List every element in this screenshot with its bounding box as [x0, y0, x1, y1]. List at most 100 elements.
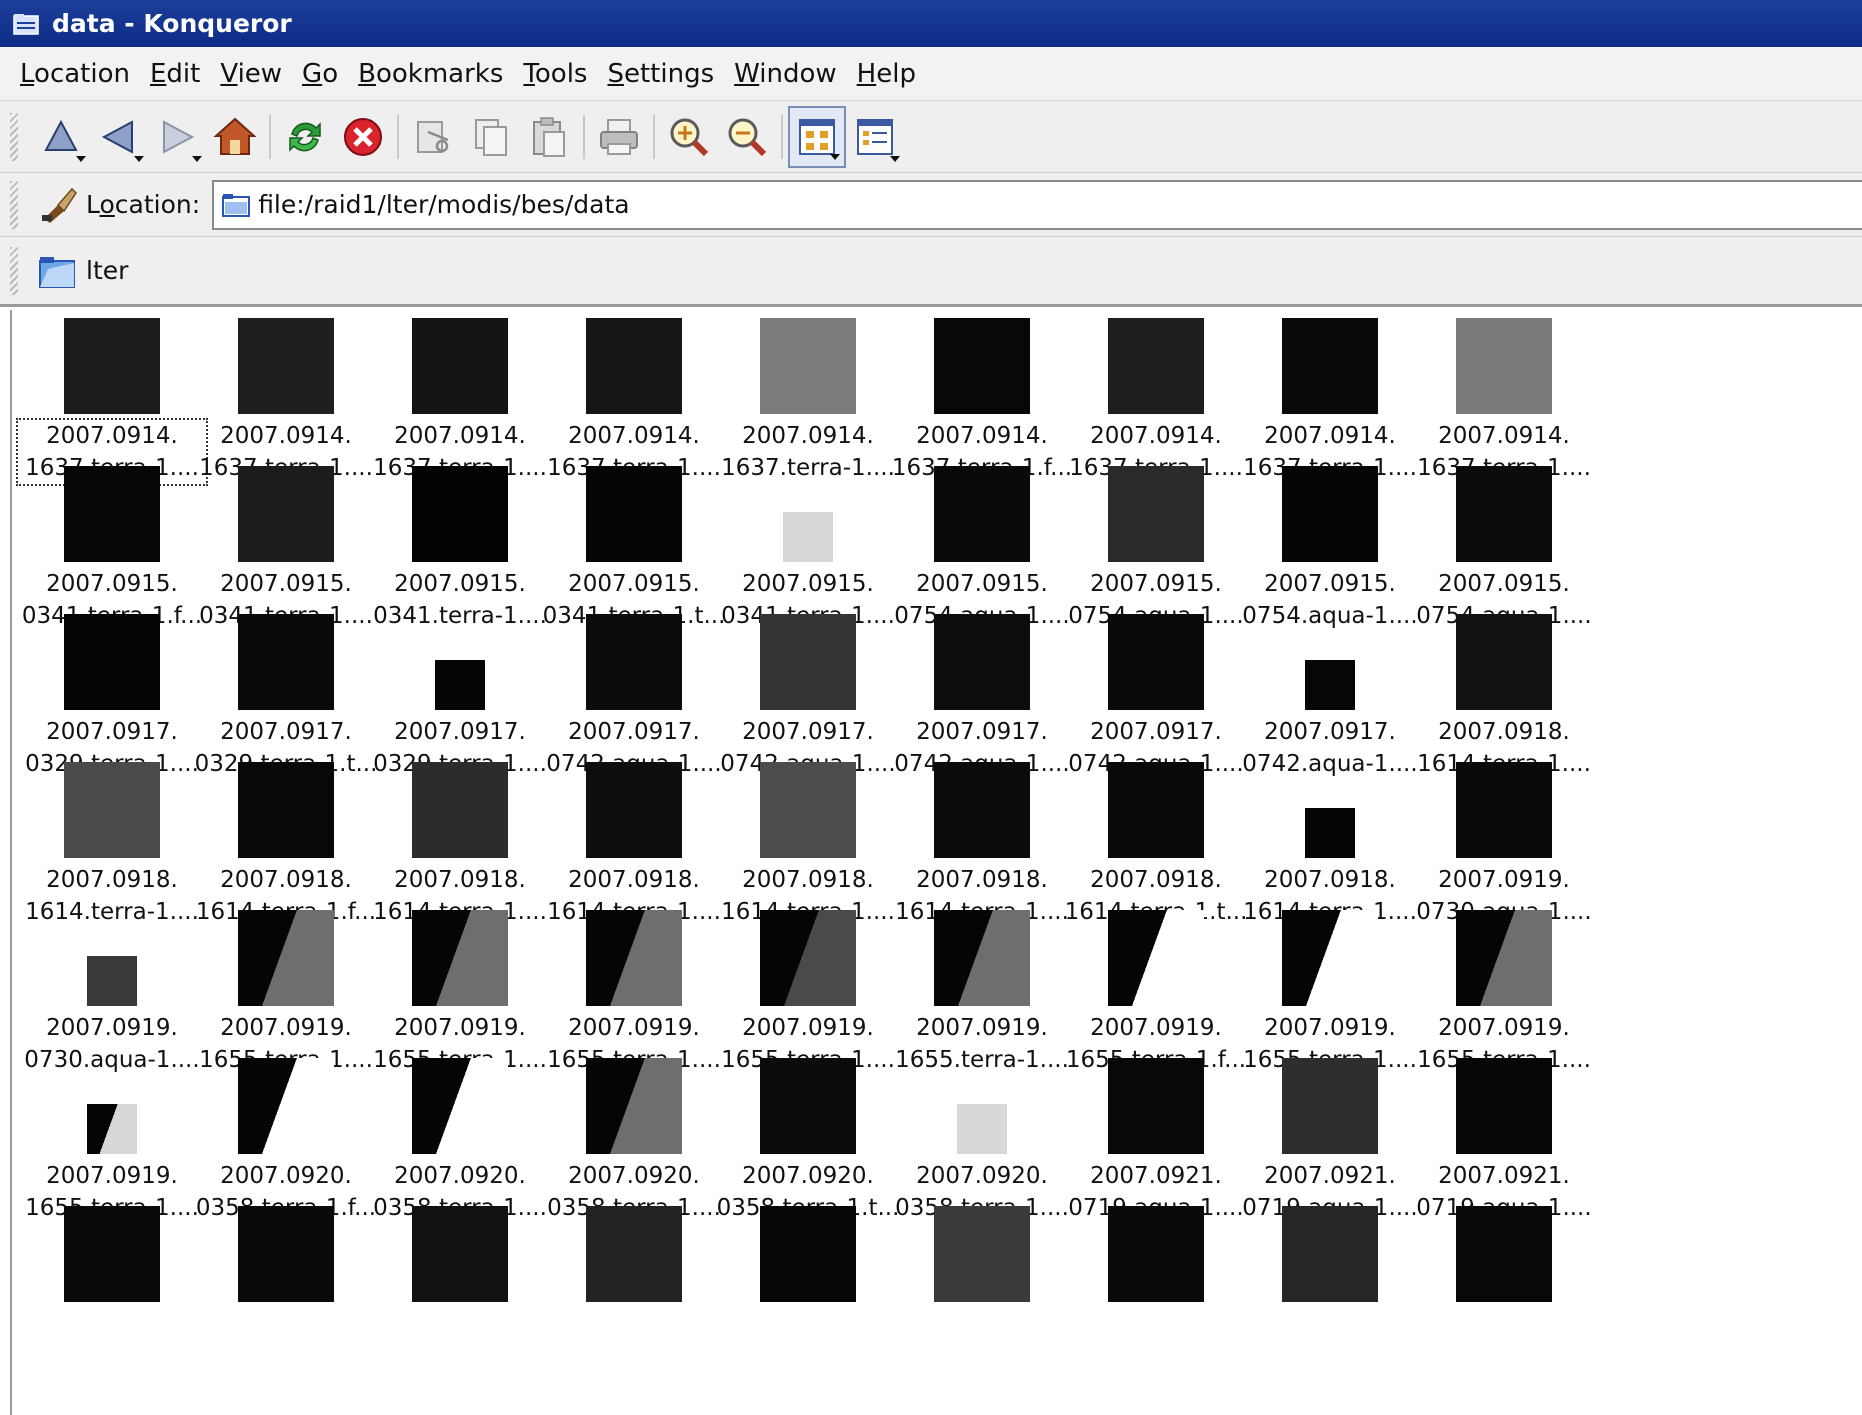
file-item[interactable]: [884, 1198, 1080, 1374]
menu-location[interactable]: Location: [10, 59, 140, 89]
file-thumbnail[interactable]: [934, 466, 1030, 562]
file-thumbnail[interactable]: [64, 1206, 160, 1302]
file-item[interactable]: [362, 1198, 558, 1374]
file-thumbnail[interactable]: [238, 762, 334, 858]
file-thumbnail[interactable]: [1282, 318, 1378, 414]
file-thumbnail[interactable]: [934, 318, 1030, 414]
file-thumbnail[interactable]: [1456, 1206, 1552, 1302]
file-thumbnail[interactable]: [87, 956, 137, 1006]
file-thumbnail[interactable]: [1282, 1206, 1378, 1302]
reload-button[interactable]: [276, 106, 334, 168]
file-item[interactable]: [14, 1198, 210, 1374]
file-thumbnail[interactable]: [1305, 660, 1355, 710]
file-thumbnail[interactable]: [1108, 762, 1204, 858]
file-thumbnail[interactable]: [1305, 808, 1355, 858]
location-input[interactable]: file:/raid1/lter/modis/bes/data: [212, 179, 1862, 230]
file-thumbnail[interactable]: [412, 910, 508, 1006]
file-thumbnail[interactable]: [586, 1206, 682, 1302]
file-thumbnail[interactable]: [1108, 1058, 1204, 1154]
paste-button[interactable]: [520, 106, 578, 168]
file-thumbnail[interactable]: [586, 614, 682, 710]
print-button[interactable]: [590, 106, 648, 168]
file-thumbnail[interactable]: [238, 1058, 334, 1154]
file-thumbnail[interactable]: [760, 1058, 856, 1154]
file-item[interactable]: [1406, 1198, 1602, 1374]
file-item[interactable]: [536, 1198, 732, 1374]
file-thumbnail[interactable]: [934, 1206, 1030, 1302]
file-thumbnail[interactable]: [934, 910, 1030, 1006]
up-button[interactable]: [32, 106, 90, 168]
file-thumbnail[interactable]: [586, 318, 682, 414]
file-thumbnail[interactable]: [586, 762, 682, 858]
file-thumbnail[interactable]: [238, 318, 334, 414]
file-thumbnail[interactable]: [64, 762, 160, 858]
detail-view-button[interactable]: [846, 106, 904, 168]
file-thumbnail[interactable]: [412, 466, 508, 562]
file-item[interactable]: [188, 1198, 384, 1374]
back-button[interactable]: [90, 106, 148, 168]
file-thumbnail[interactable]: [1456, 466, 1552, 562]
menu-go[interactable]: Go: [292, 59, 348, 89]
forward-dropdown-icon[interactable]: [192, 155, 202, 162]
detail-view-dropdown-icon[interactable]: [890, 155, 900, 162]
forward-button[interactable]: [148, 106, 206, 168]
home-button[interactable]: [206, 106, 264, 168]
file-thumbnail[interactable]: [1456, 614, 1552, 710]
file-thumbnail[interactable]: [64, 318, 160, 414]
menu-view[interactable]: View: [210, 59, 292, 89]
menu-settings[interactable]: Settings: [597, 59, 724, 89]
locationbar-grip[interactable]: [10, 180, 18, 229]
file-thumbnail[interactable]: [64, 614, 160, 710]
file-thumbnail[interactable]: [760, 614, 856, 710]
file-item[interactable]: [1232, 1198, 1428, 1374]
stop-button[interactable]: [334, 106, 392, 168]
file-thumbnail[interactable]: [586, 1058, 682, 1154]
back-dropdown-icon[interactable]: [134, 155, 144, 162]
file-thumbnail[interactable]: [1108, 1206, 1204, 1302]
menu-tools[interactable]: Tools: [513, 59, 597, 89]
file-thumbnail[interactable]: [412, 762, 508, 858]
file-icon-view[interactable]: 2007.0914.1637.terra-1....2007.0914.1637…: [10, 310, 1862, 1415]
file-thumbnail[interactable]: [1108, 614, 1204, 710]
file-thumbnail[interactable]: [934, 614, 1030, 710]
file-item[interactable]: [710, 1198, 906, 1374]
file-thumbnail[interactable]: [1456, 1058, 1552, 1154]
file-thumbnail[interactable]: [1456, 910, 1552, 1006]
file-thumbnail[interactable]: [238, 1206, 334, 1302]
menu-edit[interactable]: Edit: [140, 59, 210, 89]
menu-window[interactable]: Window: [724, 59, 847, 89]
clear-location-icon[interactable]: [38, 185, 78, 225]
file-thumbnail[interactable]: [760, 318, 856, 414]
file-thumbnail[interactable]: [1456, 318, 1552, 414]
file-thumbnail[interactable]: [412, 1206, 508, 1302]
file-thumbnail[interactable]: [412, 318, 508, 414]
window-titlebar[interactable]: data - Konqueror: [0, 0, 1862, 47]
up-dropdown-icon[interactable]: [76, 155, 86, 162]
file-thumbnail[interactable]: [435, 660, 485, 710]
menu-bookmarks[interactable]: Bookmarks: [348, 59, 513, 89]
copy-button[interactable]: [462, 106, 520, 168]
file-thumbnail[interactable]: [957, 1104, 1007, 1154]
file-thumbnail[interactable]: [1108, 910, 1204, 1006]
file-thumbnail[interactable]: [1282, 910, 1378, 1006]
file-thumbnail[interactable]: [1108, 318, 1204, 414]
icon-view-button[interactable]: [788, 105, 846, 168]
file-thumbnail[interactable]: [87, 1104, 137, 1154]
toolbar-grip[interactable]: [10, 112, 18, 161]
file-thumbnail[interactable]: [238, 614, 334, 710]
file-thumbnail[interactable]: [760, 762, 856, 858]
cut-button[interactable]: [404, 106, 462, 168]
file-thumbnail[interactable]: [586, 910, 682, 1006]
file-thumbnail[interactable]: [1108, 466, 1204, 562]
file-thumbnail[interactable]: [760, 1206, 856, 1302]
icon-view-dropdown-icon[interactable]: [830, 153, 840, 160]
file-thumbnail[interactable]: [1282, 1058, 1378, 1154]
file-thumbnail[interactable]: [783, 512, 833, 562]
file-thumbnail[interactable]: [1282, 466, 1378, 562]
menu-help[interactable]: Help: [847, 59, 926, 89]
file-thumbnail[interactable]: [238, 910, 334, 1006]
zoom-out-button[interactable]: [718, 106, 776, 168]
file-item[interactable]: [1058, 1198, 1254, 1374]
file-thumbnail[interactable]: [586, 466, 682, 562]
file-thumbnail[interactable]: [934, 762, 1030, 858]
